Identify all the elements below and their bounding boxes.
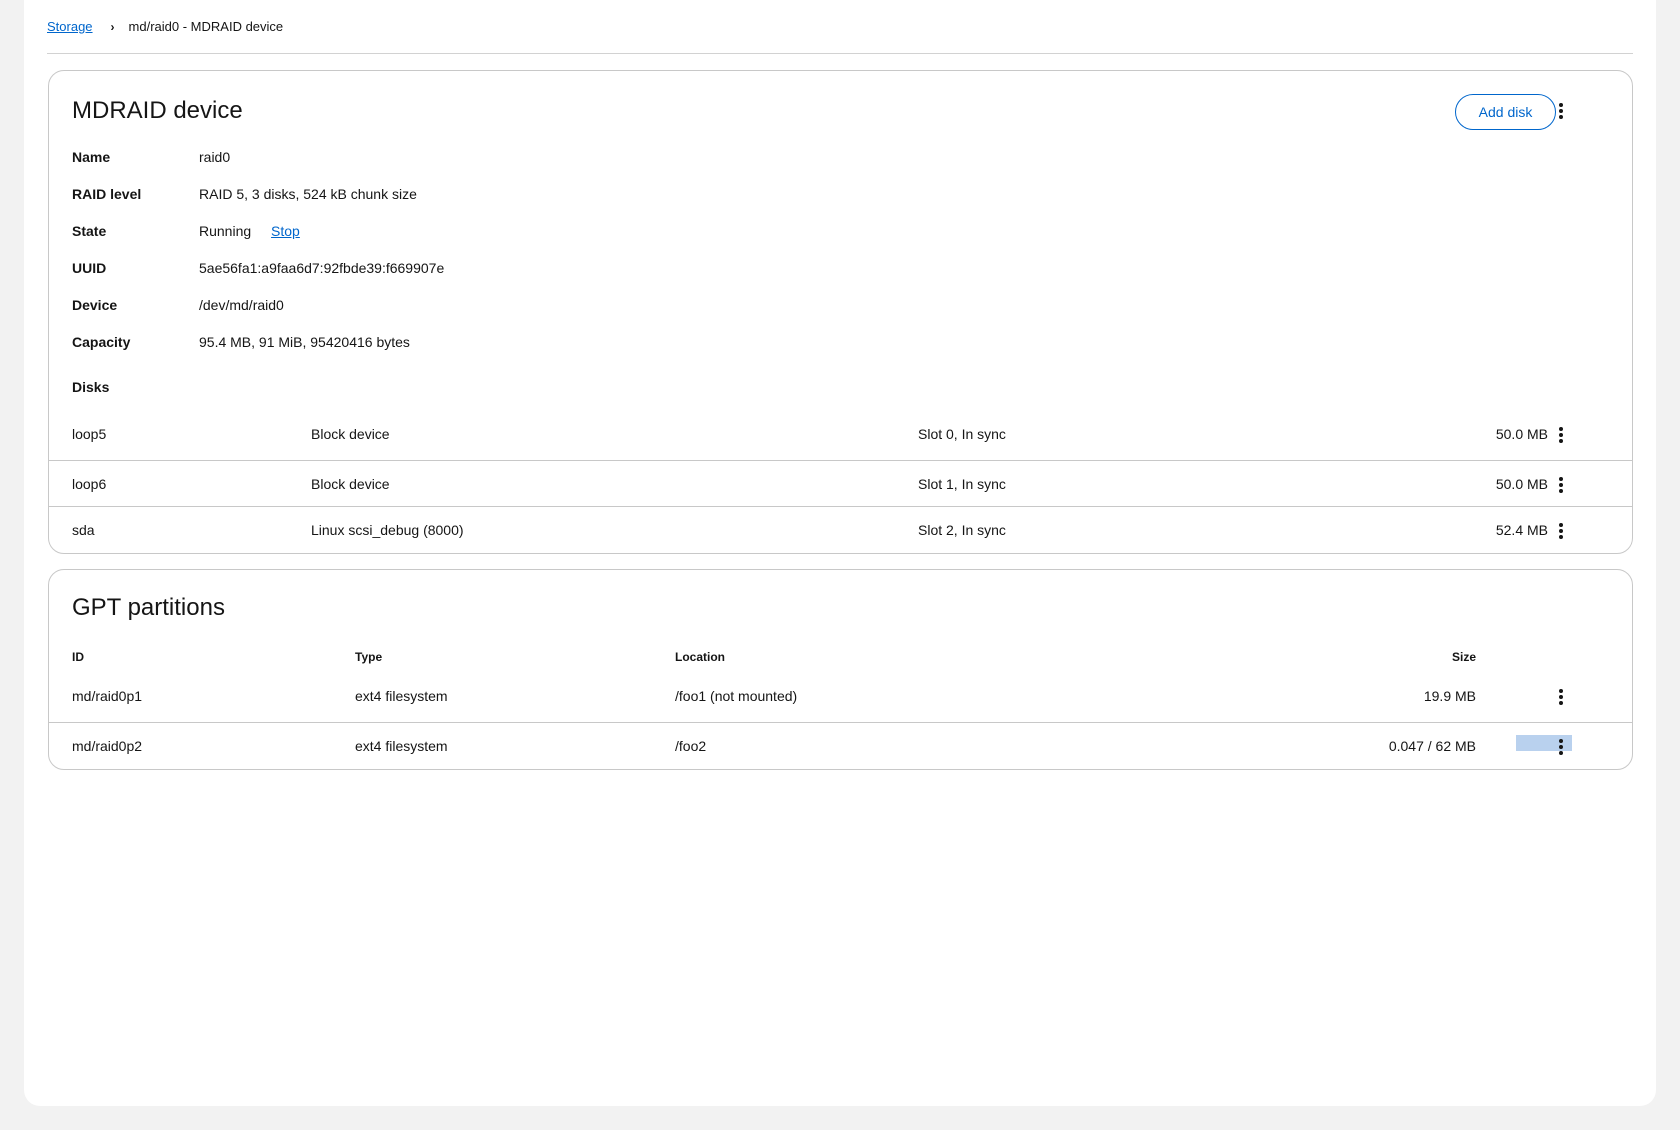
partition-id: md/raid0p2 (72, 738, 143, 754)
column-header-id: ID (72, 650, 84, 664)
breadcrumb: Storage › md/raid0 - MDRAID device (47, 0, 1633, 54)
breadcrumb-current: md/raid0 - MDRAID device (128, 19, 284, 34)
detail-row-state: State Running Stop (72, 212, 444, 249)
detail-row-raid-level: RAID level RAID 5, 3 disks, 524 kB chunk… (72, 175, 444, 212)
disk-row[interactable]: sda Linux scsi_debug (8000) Slot 2, In s… (49, 506, 1632, 553)
disk-row[interactable]: loop6 Block device Slot 1, In sync 50.0 … (49, 460, 1632, 507)
partition-type: ext4 filesystem (355, 688, 448, 704)
disk-actions-kebab-icon[interactable] (1551, 475, 1571, 495)
disk-type: Block device (311, 476, 390, 492)
breadcrumb-storage-link[interactable]: Storage (47, 19, 93, 34)
partition-row[interactable]: md/raid0p2 ext4 filesystem /foo2 0.047 /… (49, 722, 1632, 769)
detail-row-capacity: Capacity 95.4 MB, 91 MiB, 95420416 bytes (72, 323, 444, 360)
partitions-table-header: ID Type Location Size (49, 645, 1632, 669)
disk-type: Block device (311, 426, 390, 442)
partition-actions-kebab-icon[interactable] (1551, 687, 1571, 707)
partition-type: ext4 filesystem (355, 738, 448, 754)
partition-size: 0.047 / 62 MB (1388, 738, 1476, 754)
card-title-mdraid: MDRAID device (72, 97, 243, 124)
detail-value: 95.4 MB, 91 MiB, 95420416 bytes (199, 333, 410, 350)
disk-size: 52.4 MB (1495, 522, 1548, 538)
disk-row[interactable]: loop5 Block device Slot 0, In sync 50.0 … (49, 411, 1632, 457)
detail-row-device: Device /dev/md/raid0 (72, 286, 444, 323)
column-header-size: Size (1451, 650, 1476, 664)
disks-heading: Disks (72, 379, 110, 395)
mdraid-device-card: MDRAID device Add disk Name raid0 RAID l… (48, 70, 1633, 554)
details-list: Name raid0 RAID level RAID 5, 3 disks, 5… (72, 138, 444, 360)
detail-row-uuid: UUID 5ae56fa1:a9faa6d7:92fbde39:f669907e (72, 249, 444, 286)
column-header-location: Location (675, 650, 725, 664)
partition-size: 19.9 MB (1423, 688, 1476, 704)
detail-term: Capacity (72, 333, 131, 350)
detail-value: raid0 (199, 148, 231, 165)
disk-name: sda (72, 522, 95, 538)
card-title-gpt: GPT partitions (72, 594, 225, 621)
partition-row[interactable]: md/raid0p1 ext4 filesystem /foo1 (not mo… (49, 673, 1632, 719)
add-disk-button[interactable]: Add disk (1455, 94, 1556, 130)
detail-term: RAID level (72, 185, 142, 202)
detail-row-name: Name raid0 (72, 138, 444, 175)
state-value: Running (199, 222, 252, 239)
gpt-partitions-card: GPT partitions ID Type Location Size md/… (48, 569, 1633, 770)
detail-value: RAID 5, 3 disks, 524 kB chunk size (199, 185, 417, 202)
mdraid-actions-kebab-icon[interactable] (1551, 101, 1571, 121)
detail-term: Device (72, 296, 118, 313)
detail-value: 5ae56fa1:a9faa6d7:92fbde39:f669907e (199, 259, 445, 276)
detail-term: UUID (72, 259, 107, 276)
disk-actions-kebab-icon[interactable] (1551, 521, 1571, 541)
disk-actions-kebab-icon[interactable] (1551, 425, 1571, 445)
detail-value: /dev/md/raid0 (199, 296, 284, 313)
stop-link[interactable]: Stop (271, 223, 300, 239)
chevron-right-icon: › (110, 19, 115, 34)
column-header-type: Type (355, 650, 383, 664)
disk-size: 50.0 MB (1495, 426, 1548, 442)
disk-type: Linux scsi_debug (8000) (311, 522, 464, 538)
disk-slot: Slot 1, In sync (918, 476, 1006, 492)
detail-term: State (72, 222, 107, 239)
disk-name: loop6 (72, 476, 107, 492)
disk-slot: Slot 0, In sync (918, 426, 1006, 442)
detail-term: Name (72, 148, 111, 165)
partition-location: /foo1 (not mounted) (675, 688, 798, 704)
page-panel: Storage › md/raid0 - MDRAID device MDRAI… (24, 0, 1656, 1106)
disk-name: loop5 (72, 426, 107, 442)
detail-value: Running Stop (199, 223, 300, 239)
disk-size: 50.0 MB (1495, 476, 1548, 492)
disk-slot: Slot 2, In sync (918, 522, 1006, 538)
partition-actions-kebab-icon[interactable] (1551, 737, 1571, 757)
partition-location: /foo2 (675, 738, 707, 754)
partition-id: md/raid0p1 (72, 688, 143, 704)
